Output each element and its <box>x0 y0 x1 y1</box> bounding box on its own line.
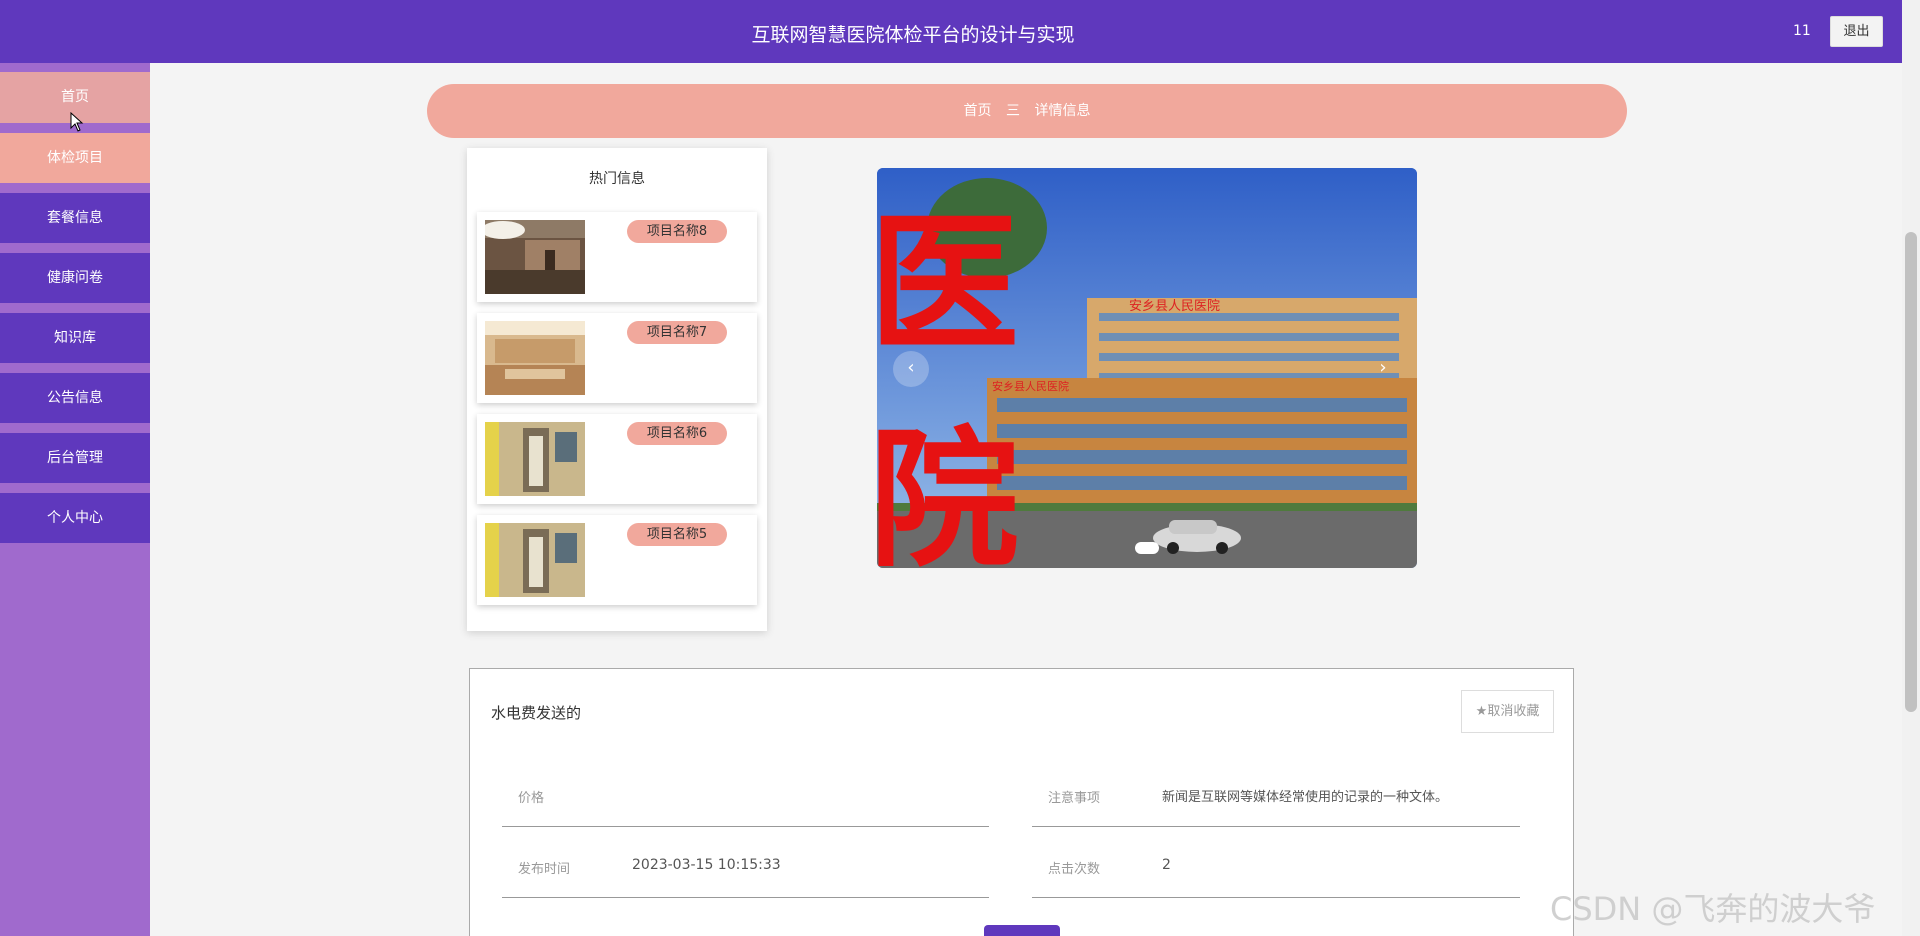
sidebar-item-admin[interactable]: 后台管理 <box>0 433 150 483</box>
username[interactable]: 11 <box>1793 23 1811 39</box>
field-value: 2023-03-15 10:15:33 <box>632 857 781 873</box>
top-bar: 互联网智慧医院体检平台的设计与实现 11 退出 <box>0 0 1902 63</box>
breadcrumb-current: 详情信息 <box>1034 103 1091 119</box>
carousel-slide-image[interactable]: 安乡县人民医院 安乡县人民医院 医 院 <box>877 168 1417 568</box>
detail-field-publish-time: 发布时间 2023-03-15 10:15:33 <box>502 828 989 898</box>
hot-item-card[interactable]: 项目名称5 <box>477 515 757 605</box>
sidebar-item-notices[interactable]: 公告信息 <box>0 373 150 423</box>
detail-field-clicks: 点击次数 2 <box>1032 828 1520 898</box>
action-button[interactable] <box>984 925 1060 936</box>
detail-panel: 水电费发送的 ★取消收藏 价格 注意事项 新闻是互联网等媒体经常使用的记录的一种… <box>469 668 1574 936</box>
hot-item-card[interactable]: 项目名称8 <box>477 212 757 302</box>
carousel-prev-arrow-icon[interactable]: ‹ <box>893 351 929 387</box>
detail-title: 水电费发送的 <box>491 704 582 722</box>
field-label: 价格 <box>518 791 545 806</box>
sidebar-item-profile[interactable]: 个人中心 <box>0 493 150 543</box>
hot-info-panel: 热门信息 项目名称8 项目名称7 项目名称6 项目名称5 <box>467 148 767 631</box>
detail-field-price: 价格 <box>502 757 989 827</box>
hot-item-card[interactable]: 项目名称7 <box>477 313 757 403</box>
hot-item-image[interactable] <box>485 321 585 395</box>
detail-field-notes: 注意事项 新闻是互联网等媒体经常使用的记录的一种文体。 <box>1032 757 1520 827</box>
field-value: 新闻是互联网等媒体经常使用的记录的一种文体。 <box>1162 790 1449 805</box>
sidebar-item-exam-items[interactable]: 体检项目 <box>0 133 150 183</box>
logout-button[interactable]: 退出 <box>1830 16 1883 47</box>
hot-item-name[interactable]: 项目名称6 <box>627 422 727 445</box>
breadcrumb: 首页 三 详情信息 <box>427 84 1627 138</box>
hot-item-name[interactable]: 项目名称7 <box>627 321 727 344</box>
field-label: 发布时间 <box>518 862 571 877</box>
sidebar-item-knowledge[interactable]: 知识库 <box>0 313 150 363</box>
field-label: 注意事项 <box>1048 791 1101 806</box>
hospital-sign-bottom: 安乡县人民医院 <box>992 379 1069 393</box>
image-carousel[interactable]: 安乡县人民医院 安乡县人民医院 医 院 ‹ › <box>877 168 1417 568</box>
unfavorite-button[interactable]: ★取消收藏 <box>1461 690 1554 733</box>
hot-info-title: 热门信息 <box>589 171 645 187</box>
banner-text-bottom: 院 <box>877 414 1019 568</box>
sidebar-item-packages[interactable]: 套餐信息 <box>0 193 150 243</box>
sidebar-item-questionnaire[interactable]: 健康问卷 <box>0 253 150 303</box>
hot-item-name[interactable]: 项目名称5 <box>627 523 727 546</box>
field-label: 点击次数 <box>1048 862 1101 877</box>
hot-item-image[interactable] <box>485 422 585 496</box>
hot-item-image[interactable] <box>485 220 585 294</box>
scrollbar-thumb[interactable] <box>1905 232 1917 712</box>
sidebar: 首页 体检项目 套餐信息 健康问卷 知识库 公告信息 后台管理 个人中心 <box>0 63 150 936</box>
field-value: 2 <box>1162 857 1171 873</box>
hot-item-card[interactable]: 项目名称6 <box>477 414 757 504</box>
hospital-sign-top: 安乡县人民医院 <box>1129 299 1220 314</box>
breadcrumb-separator: 三 <box>1006 103 1020 119</box>
breadcrumb-home[interactable]: 首页 <box>964 103 992 119</box>
mouse-cursor-icon <box>70 112 84 132</box>
carousel-next-arrow-icon[interactable]: › <box>1365 351 1401 387</box>
hot-item-image[interactable] <box>485 523 585 597</box>
carousel-indicator-dot[interactable] <box>1135 542 1159 554</box>
app-title: 互联网智慧医院体检平台的设计与实现 <box>751 24 1075 46</box>
watermark: CSDN @飞奔的波大爷 <box>1550 890 1876 928</box>
hot-item-name[interactable]: 项目名称8 <box>627 220 727 243</box>
banner-text-top: 医 <box>877 198 1019 372</box>
